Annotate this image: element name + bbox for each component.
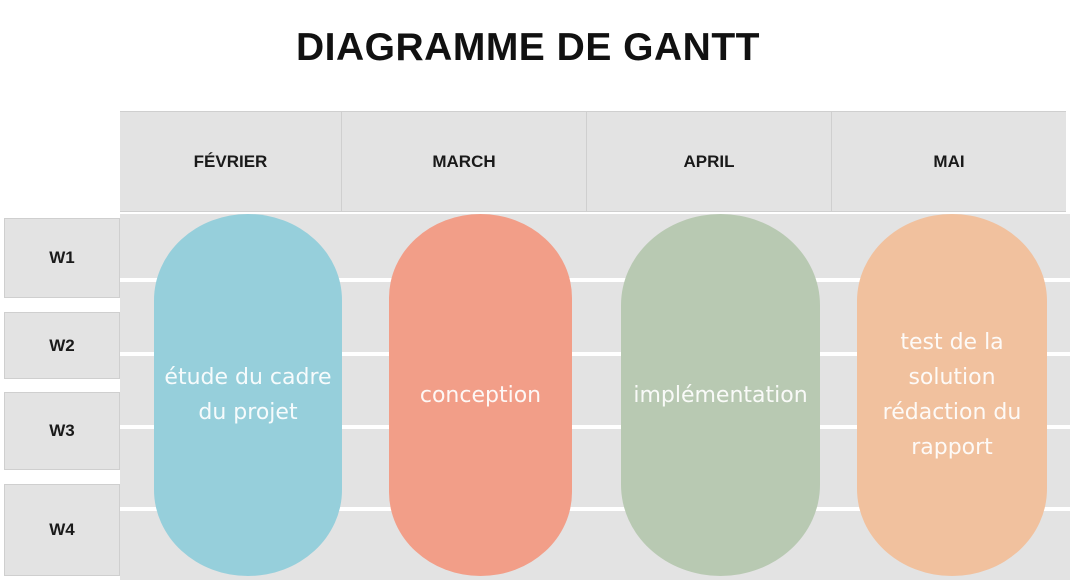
task-label-conception: conception (419, 382, 542, 408)
month-header-mai: MAI (831, 112, 1066, 211)
week-label-w1: W1 (4, 218, 120, 298)
gantt-page: DIAGRAMME DE GANTT FÉVRIER MARCH APRIL M… (0, 0, 1070, 580)
month-header-april: APRIL (586, 112, 831, 211)
task-pill-etude: étude du cadre du projet (154, 214, 342, 576)
month-header-fevrier: FÉVRIER (193, 151, 268, 171)
month-header-row: FÉVRIER MARCH APRIL MAI (120, 111, 1066, 212)
task-pill-conception: conception (389, 214, 572, 576)
month-header-march: MARCH (341, 112, 586, 211)
task-label-test: test de la solution rédaction du rapport (882, 330, 1022, 460)
week-label-w3: W3 (4, 392, 120, 470)
page-title: DIAGRAMME DE GANTT (296, 26, 760, 69)
task-pill-implementation: implémentation (621, 214, 820, 576)
week-label-w4: W4 (4, 484, 120, 576)
task-pill-test: test de la solution rédaction du rapport (857, 214, 1047, 576)
week-label-w2: W2 (4, 312, 120, 379)
task-label-implementation: implémentation (633, 382, 808, 408)
task-label-etude: étude du cadre du projet (164, 365, 332, 425)
